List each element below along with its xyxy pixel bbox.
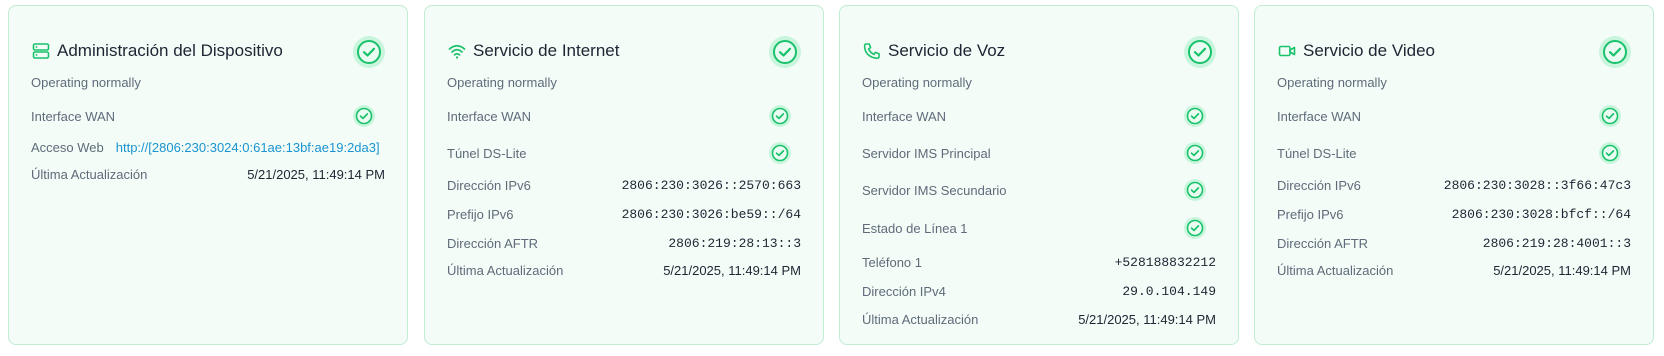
status-check-icon: [353, 36, 385, 68]
row-last-update: Última Actualización 5/21/2025, 11:49:14…: [862, 306, 1216, 332]
server-icon: [31, 41, 51, 61]
card-video-service: Servicio de Video Operating normally Int…: [1254, 5, 1654, 345]
row-ipv6-prefix: Prefijo IPv6 2806:230:3026:be59::/64: [447, 201, 801, 227]
row-aftr-address: Dirección AFTR 2806:219:28:4001::3: [1277, 230, 1631, 256]
card-title: Servicio de Video: [1303, 41, 1435, 60]
ipv4-address-value: 29.0.104.149: [1122, 283, 1216, 299]
row-ipv6-address: Dirección IPv6 2806:230:3028::3f66:47c3: [1277, 172, 1631, 198]
ipv6-address-value: 2806:230:3026::2570:663: [621, 177, 801, 193]
status-check-icon: [769, 36, 801, 68]
row-ims-secondary: Servidor IMS Secundario: [862, 177, 1216, 203]
row-interface-wan: Interface WAN: [31, 103, 385, 129]
status-text: Operating normally: [862, 75, 972, 90]
status-text: Operating normally: [31, 75, 141, 90]
row-label: Prefijo IPv6: [1277, 206, 1344, 222]
row-phone-1: Teléfono 1 +528188832212: [862, 249, 1216, 275]
status-text: Operating normally: [1277, 75, 1387, 90]
row-interface-wan: Interface WAN: [1277, 103, 1631, 129]
card-header: Servicio de Internet: [447, 36, 801, 68]
row-label: Servidor IMS Secundario: [862, 182, 1007, 198]
check-icon: [1599, 142, 1621, 164]
check-icon: [769, 105, 791, 127]
row-last-update: Última Actualización 5/21/2025, 11:49:14…: [31, 161, 385, 187]
row-aftr-address: Dirección AFTR 2806:219:28:13::3: [447, 230, 801, 256]
phone-number-value: +528188832212: [1114, 254, 1216, 270]
row-last-update: Última Actualización 5/21/2025, 11:49:14…: [1277, 257, 1631, 283]
row-label: Teléfono 1: [862, 254, 922, 270]
aftr-address-value: 2806:219:28:4001::3: [1482, 235, 1631, 251]
web-access-link[interactable]: http://[2806:230:3024:0:61ae:13bf:ae19:2…: [116, 140, 380, 155]
row-label: Dirección IPv6: [447, 177, 531, 193]
row-label: Dirección IPv4: [862, 283, 946, 299]
row-ipv6-prefix: Prefijo IPv6 2806:230:3028:bfcf::/64: [1277, 201, 1631, 227]
phone-icon: [862, 41, 882, 61]
row-label: Última Actualización: [31, 166, 148, 182]
card-title: Servicio de Voz: [888, 41, 1006, 60]
wifi-icon: [447, 41, 467, 61]
aftr-address-value: 2806:219:28:13::3: [668, 235, 801, 251]
check-icon: [1184, 179, 1206, 201]
card-header: Servicio de Video: [1277, 36, 1631, 68]
row-label: Dirección IPv6: [1277, 177, 1361, 193]
row-label: Túnel DS-Lite: [1277, 145, 1357, 161]
card-title: Administración del Dispositivo: [57, 41, 283, 60]
row-label: Última Actualización: [862, 311, 979, 327]
row-label: Última Actualización: [447, 262, 564, 278]
row-interface-wan: Interface WAN: [862, 103, 1216, 129]
row-ds-lite-tunnel: Túnel DS-Lite: [1277, 140, 1631, 166]
ipv6-prefix-value: 2806:230:3026:be59::/64: [621, 206, 801, 222]
check-icon: [1184, 142, 1206, 164]
last-update-value: 5/21/2025, 11:49:14 PM: [1078, 311, 1216, 327]
check-icon: [353, 105, 375, 127]
row-label: Interface WAN: [447, 108, 532, 124]
card-header: Administración del Dispositivo: [31, 36, 385, 68]
row-label: Túnel DS-Lite: [447, 145, 527, 161]
row-ds-lite-tunnel: Túnel DS-Lite: [447, 140, 801, 166]
card-internet-service: Servicio de Internet Operating normally …: [424, 5, 824, 345]
row-label: Dirección AFTR: [447, 235, 539, 251]
row-ipv4-address: Dirección IPv4 29.0.104.149: [862, 278, 1216, 304]
row-ims-primary: Servidor IMS Principal: [862, 140, 1216, 166]
row-label: Interface WAN: [1277, 108, 1362, 124]
row-ipv6-address: Dirección IPv6 2806:230:3026::2570:663: [447, 172, 801, 198]
row-last-update: Última Actualización 5/21/2025, 11:49:14…: [447, 257, 801, 283]
service-status-grid: Administración del Dispositivo Operating…: [0, 0, 1664, 356]
row-label: Interface WAN: [862, 108, 947, 124]
check-icon: [1599, 105, 1621, 127]
last-update-value: 5/21/2025, 11:49:14 PM: [663, 262, 801, 278]
row-label: Acceso Web: [31, 139, 104, 155]
row-web-access: Acceso Web http://[2806:230:3024:0:61ae:…: [31, 134, 385, 160]
row-label: Última Actualización: [1277, 262, 1394, 278]
card-voice-service: Servicio de Voz Operating normally Inter…: [839, 5, 1239, 345]
status-check-icon: [1184, 36, 1216, 68]
row-label: Dirección AFTR: [1277, 235, 1369, 251]
card-title: Servicio de Internet: [473, 41, 620, 60]
check-icon: [769, 142, 791, 164]
status-text: Operating normally: [447, 75, 557, 90]
row-label: Estado de Línea 1: [862, 220, 968, 236]
check-icon: [1184, 217, 1206, 239]
ipv6-address-value: 2806:230:3028::3f66:47c3: [1443, 177, 1631, 193]
card-header: Servicio de Voz: [862, 36, 1216, 68]
check-icon: [1184, 105, 1206, 127]
row-label: Servidor IMS Principal: [862, 145, 991, 161]
row-label: Interface WAN: [31, 108, 116, 124]
ipv6-prefix-value: 2806:230:3028:bfcf::/64: [1451, 206, 1631, 222]
row-label: Prefijo IPv6: [447, 206, 514, 222]
row-line-1-status: Estado de Línea 1: [862, 215, 1216, 241]
card-device-admin: Administración del Dispositivo Operating…: [8, 5, 408, 345]
row-interface-wan: Interface WAN: [447, 103, 801, 129]
status-check-icon: [1599, 36, 1631, 68]
video-camera-icon: [1277, 41, 1297, 61]
last-update-value: 5/21/2025, 11:49:14 PM: [1493, 262, 1631, 278]
last-update-value: 5/21/2025, 11:49:14 PM: [247, 166, 385, 182]
